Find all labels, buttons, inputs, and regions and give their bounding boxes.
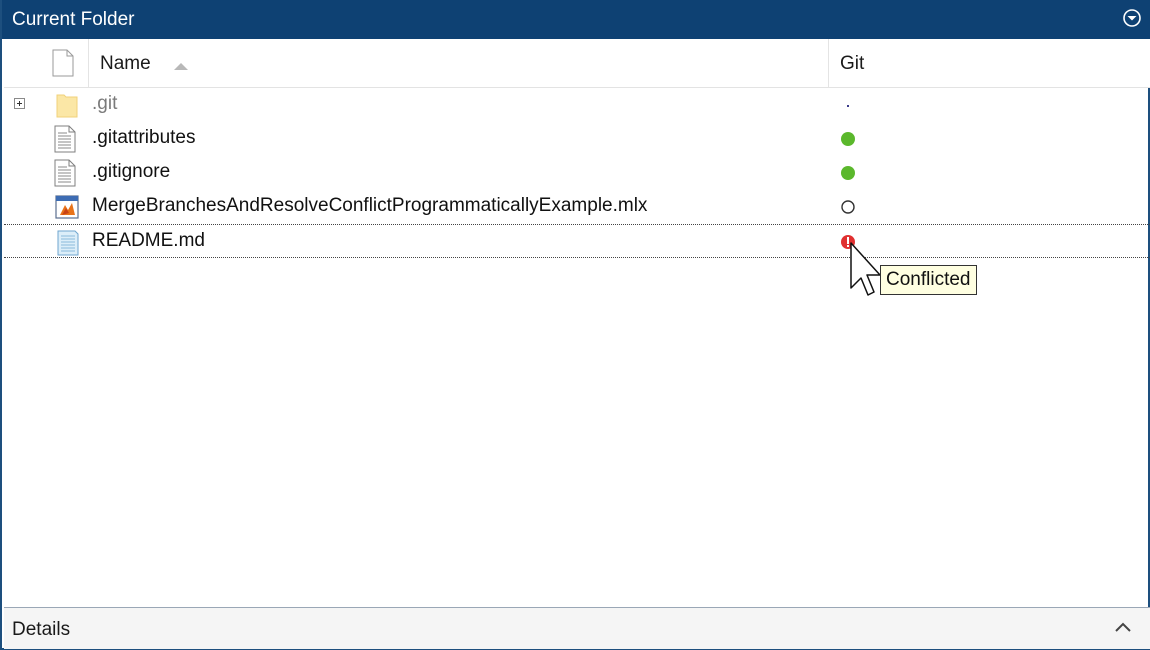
circle-chevron-down-icon[interactable] (1122, 8, 1142, 28)
column-divider[interactable] (828, 39, 829, 87)
git-unmodified-icon (838, 129, 858, 149)
expand-icon[interactable] (14, 98, 25, 109)
current-folder-panel: Current Folder Name Git .git .gitattribu… (0, 0, 1150, 650)
file-row[interactable]: MergeBranchesAndResolveConflictProgramma… (4, 190, 1150, 224)
file-row-selected[interactable]: README.md (4, 224, 1150, 258)
column-header: Name Git (4, 39, 1150, 88)
details-label: Details (12, 619, 71, 640)
git-not-tracked-icon (838, 197, 858, 217)
file-name: .gitattributes (92, 127, 196, 148)
live-script-icon (54, 193, 80, 226)
file-name: .gitignore (92, 161, 171, 182)
git-column-header[interactable]: Git (840, 53, 864, 75)
file-type-column-icon[interactable] (52, 49, 74, 82)
panel-titlebar: Current Folder (2, 0, 1150, 39)
details-section[interactable]: Details (4, 607, 1150, 649)
hand-cursor-icon (848, 240, 882, 303)
text-file-icon (54, 159, 76, 192)
file-name: .git (92, 93, 118, 114)
status-tooltip: Conflicted (880, 265, 977, 295)
text-file-icon (54, 125, 76, 158)
sort-ascending-icon (174, 58, 188, 76)
git-status-dot-icon (838, 95, 858, 115)
file-row[interactable]: .gitignore (4, 156, 1150, 190)
file-name: MergeBranchesAndResolveConflictProgramma… (92, 195, 648, 216)
panel-title: Current Folder (12, 9, 135, 30)
file-name: README.md (92, 230, 205, 251)
folder-icon (54, 91, 80, 124)
column-divider[interactable] (88, 39, 89, 87)
file-row[interactable]: .gitattributes (4, 122, 1150, 156)
chevron-up-icon[interactable] (1114, 620, 1132, 639)
name-column-header[interactable]: Name (100, 53, 151, 75)
markdown-file-icon (54, 228, 80, 261)
file-row[interactable]: .git (4, 88, 1150, 122)
git-unmodified-icon (838, 163, 858, 183)
